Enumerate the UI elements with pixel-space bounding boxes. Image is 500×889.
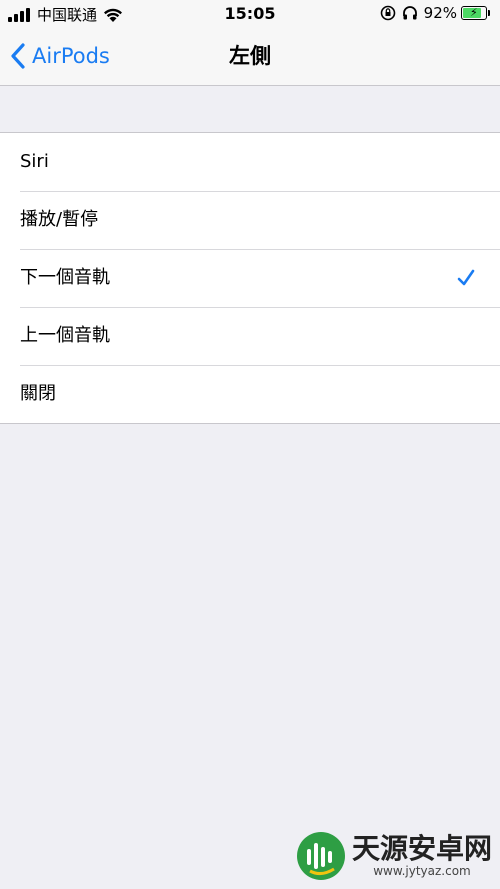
watermark-name: 天源安卓网 [351, 832, 492, 865]
option-label: 下一個音軌 [20, 267, 110, 288]
android-logo-icon [296, 832, 345, 880]
option-off[interactable]: 關閉 [0, 365, 500, 423]
page-title: 左側 [229, 44, 271, 68]
option-label: 播放/暫停 [20, 209, 99, 230]
option-label: 關閉 [20, 383, 56, 404]
watermark-text: 天源安卓网 www.jytyaz.com [351, 832, 492, 879]
option-label: Siri [20, 151, 49, 172]
orientation-lock-icon [380, 5, 395, 21]
watermark-url: www.jytyaz.com [373, 864, 471, 878]
status-bar: 中国联通 15:05 92% ⚡ [0, 0, 500, 28]
battery-percent: 92% [423, 4, 457, 22]
option-label: 上一個音軌 [20, 325, 110, 346]
battery-icon: ⚡ [461, 6, 487, 20]
checkmark-icon [457, 269, 475, 286]
charging-bolt-icon: ⚡ [470, 6, 478, 19]
battery-cap [488, 10, 490, 16]
option-siri[interactable]: Siri [0, 133, 500, 191]
option-play-pause[interactable]: 播放/暫停 [0, 191, 500, 249]
option-next-track[interactable]: 下一個音軌 [0, 249, 500, 307]
watermark: 天源安卓网 www.jytyaz.com [296, 831, 492, 881]
headphones-icon [402, 6, 417, 20]
navigation-bar: AirPods 左側 [0, 28, 500, 86]
option-previous-track[interactable]: 上一個音軌 [0, 307, 500, 365]
options-list: Siri 播放/暫停 下一個音軌 上一個音軌 關閉 [0, 132, 500, 424]
status-right: 92% ⚡ [380, 4, 490, 22]
